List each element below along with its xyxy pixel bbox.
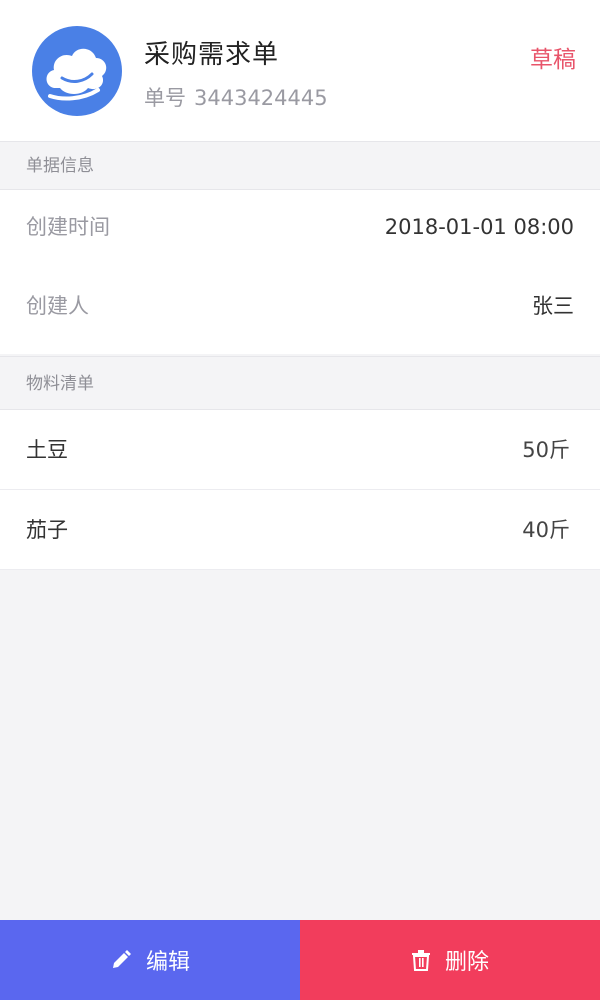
- edit-button-label: 编辑: [145, 950, 190, 975]
- section-header-info: 单据信息: [0, 142, 600, 190]
- material-quantity: 40斤: [522, 518, 570, 542]
- avatar: [32, 26, 122, 116]
- status-badge: 草稿: [530, 47, 576, 73]
- delete-button-label: 删除: [444, 950, 489, 975]
- info-row-creator: 创建人 张三: [0, 264, 600, 354]
- info-value: 2018-01-01 08:00: [384, 215, 574, 239]
- delete-button[interactable]: 删除: [300, 920, 600, 1000]
- material-name: 茄子: [26, 518, 68, 542]
- document-number-label: 单号: [144, 86, 186, 110]
- page-title: 采购需求单: [144, 40, 280, 70]
- info-row-created-time: 创建时间 2018-01-01 08:00: [0, 190, 600, 264]
- action-bar: 编辑 删除: [0, 920, 600, 1000]
- document-header: 采购需求单 单号 3443424445 草稿: [0, 0, 600, 142]
- document-number-value: 3443424445: [194, 86, 328, 110]
- edit-button[interactable]: 编辑: [0, 920, 300, 1000]
- section-header-materials: 物料清单: [0, 356, 600, 410]
- document-number: 单号 3443424445: [144, 82, 328, 112]
- info-label: 创建时间: [26, 215, 110, 239]
- list-item[interactable]: 茄子 40斤: [0, 490, 600, 570]
- list-item[interactable]: 土豆 50斤: [0, 410, 600, 490]
- info-value: 张三: [532, 294, 574, 318]
- cloud-logo-icon: [46, 48, 107, 101]
- pencil-icon: [112, 950, 131, 968]
- material-quantity: 50斤: [522, 438, 570, 462]
- material-name: 土豆: [26, 438, 68, 462]
- info-label: 创建人: [26, 294, 89, 318]
- trash-icon: [411, 950, 430, 971]
